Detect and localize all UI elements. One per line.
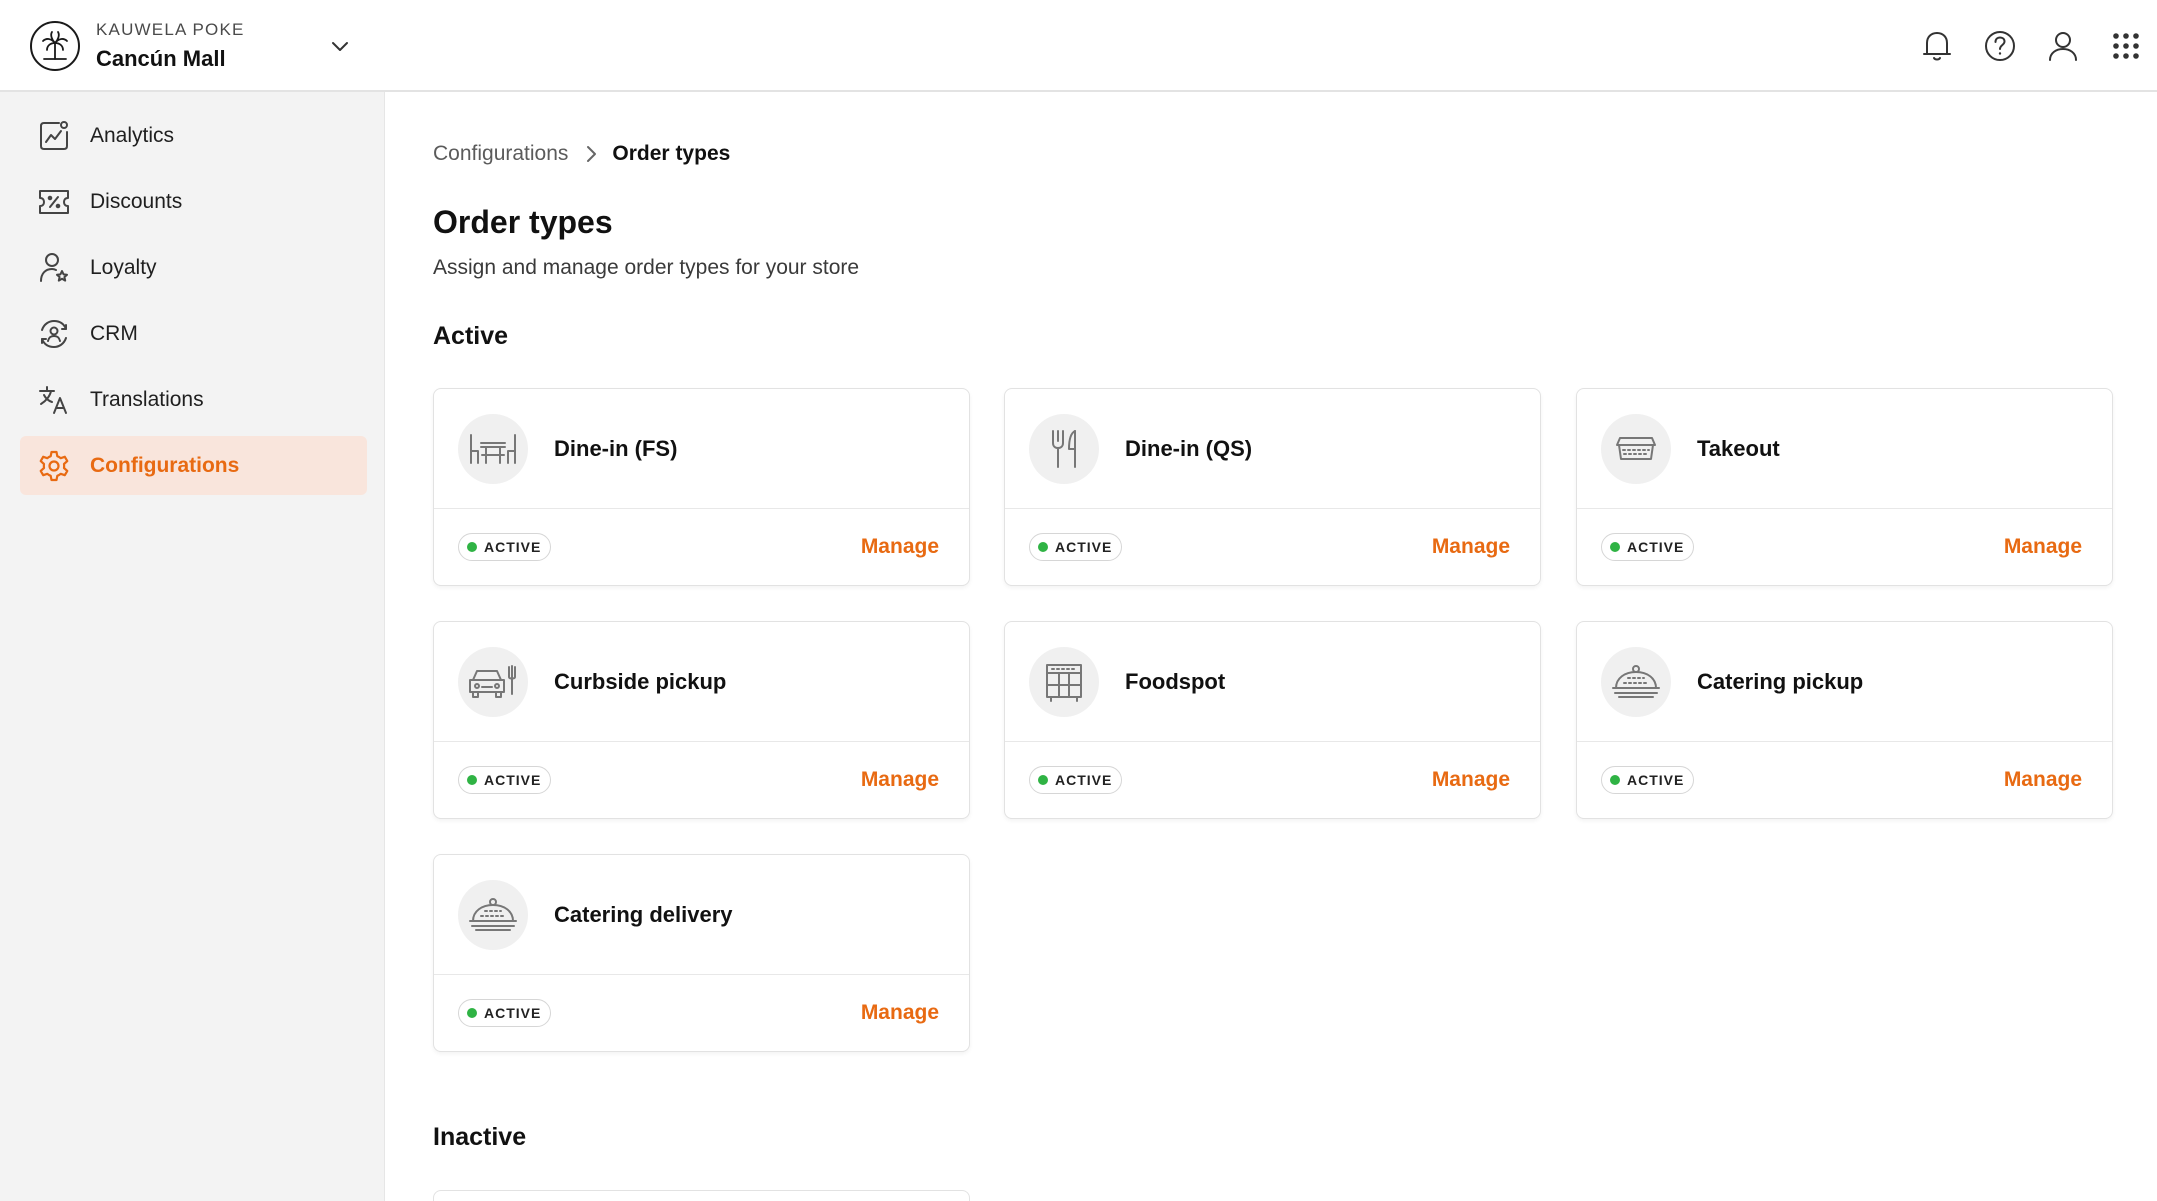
cloche-icon bbox=[458, 879, 528, 950]
status-badge: ACTIVE bbox=[1029, 766, 1123, 794]
sidebar: Analytics Discounts Loyalty CRM Translat… bbox=[0, 92, 385, 1201]
status-text: ACTIVE bbox=[484, 772, 542, 788]
status-badge: ACTIVE bbox=[458, 999, 552, 1027]
order-type-name: Catering pickup bbox=[1697, 668, 1864, 694]
order-type-card: Catering pickup ACTIVE Manage bbox=[1576, 621, 2113, 819]
status-dot bbox=[467, 775, 477, 785]
manage-link[interactable]: Manage bbox=[1432, 768, 1510, 792]
section-heading-active: Active bbox=[433, 322, 509, 350]
status-dot bbox=[1610, 775, 1620, 785]
analytics-icon bbox=[36, 118, 72, 154]
inactive-card-partial bbox=[433, 1190, 970, 1201]
gear-icon bbox=[36, 448, 72, 484]
takeout-container-icon bbox=[1601, 413, 1671, 484]
sidebar-item-label: Analytics bbox=[90, 123, 175, 147]
status-badge: ACTIVE bbox=[458, 766, 552, 794]
order-type-card: Catering delivery ACTIVE Manage bbox=[433, 854, 970, 1052]
breadcrumb-current: Order types bbox=[612, 142, 731, 165]
sidebar-item-label: Configurations bbox=[90, 453, 240, 477]
status-dot bbox=[467, 542, 477, 552]
manage-link[interactable]: Manage bbox=[1432, 535, 1510, 559]
crm-icon bbox=[36, 316, 72, 352]
bell-icon[interactable] bbox=[1905, 15, 1968, 78]
sidebar-item-label: Translations bbox=[90, 387, 204, 411]
help-icon[interactable] bbox=[1968, 15, 2031, 78]
sidebar-item-crm[interactable]: CRM bbox=[20, 304, 367, 363]
order-type-card: Foodspot ACTIVE Manage bbox=[1004, 621, 1541, 819]
apps-grid-icon[interactable] bbox=[2094, 15, 2157, 78]
sidebar-item-label: Loyalty bbox=[90, 255, 157, 279]
sidebar-item-loyalty[interactable]: Loyalty bbox=[20, 238, 367, 297]
status-dot bbox=[1610, 542, 1620, 552]
discount-ticket-icon bbox=[36, 184, 72, 220]
status-badge: ACTIVE bbox=[458, 533, 552, 561]
order-type-name: Dine-in (FS) bbox=[554, 435, 678, 461]
table-chairs-icon bbox=[458, 413, 528, 484]
status-dot bbox=[467, 1008, 477, 1018]
manage-link[interactable]: Manage bbox=[861, 1001, 939, 1025]
translate-icon bbox=[36, 382, 72, 418]
status-text: ACTIVE bbox=[1055, 539, 1113, 555]
store-name: Cancún Mall bbox=[96, 46, 226, 71]
sidebar-item-translations[interactable]: Translations bbox=[20, 370, 367, 429]
chevron-down-icon[interactable] bbox=[328, 34, 352, 63]
brand-name: KAUWELA POKE bbox=[96, 20, 245, 39]
status-text: ACTIVE bbox=[484, 539, 542, 555]
user-icon[interactable] bbox=[2031, 15, 2094, 78]
order-type-card: Dine-in (QS) ACTIVE Manage bbox=[1004, 388, 1541, 586]
order-type-name: Dine-in (QS) bbox=[1125, 435, 1253, 461]
sidebar-item-configurations[interactable]: Configurations bbox=[20, 436, 367, 495]
loyalty-user-star-icon bbox=[36, 250, 72, 286]
sidebar-item-label: Discounts bbox=[90, 189, 183, 213]
car-icon bbox=[458, 646, 528, 717]
order-type-name: Curbside pickup bbox=[554, 668, 727, 694]
status-badge: ACTIVE bbox=[1601, 533, 1695, 561]
status-dot bbox=[1038, 542, 1048, 552]
order-type-card: Dine-in (FS) ACTIVE Manage bbox=[433, 388, 970, 586]
breadcrumb-configurations-link[interactable]: Configurations bbox=[433, 142, 568, 166]
fork-knife-icon bbox=[1029, 413, 1099, 484]
food-locker-icon bbox=[1029, 646, 1099, 717]
section-heading-inactive: Inactive bbox=[433, 1123, 527, 1151]
page-subtitle: Assign and manage order types for your s… bbox=[433, 256, 860, 279]
manage-link[interactable]: Manage bbox=[2004, 535, 2082, 559]
order-type-card: Takeout ACTIVE Manage bbox=[1576, 388, 2113, 586]
status-dot bbox=[1038, 775, 1048, 785]
manage-link[interactable]: Manage bbox=[2004, 768, 2082, 792]
manage-link[interactable]: Manage bbox=[861, 535, 939, 559]
palm-tree-logo-icon bbox=[30, 21, 80, 71]
cloche-icon bbox=[1601, 646, 1671, 717]
status-text: ACTIVE bbox=[484, 1005, 542, 1021]
top-bar: KAUWELA POKE Cancún Mall bbox=[0, 0, 2157, 92]
sidebar-item-discounts[interactable]: Discounts bbox=[20, 172, 367, 231]
chevron-right-icon bbox=[584, 144, 598, 164]
status-badge: ACTIVE bbox=[1601, 766, 1695, 794]
status-text: ACTIVE bbox=[1627, 772, 1685, 788]
order-type-card: Curbside pickup ACTIVE Manage bbox=[433, 621, 970, 819]
status-text: ACTIVE bbox=[1627, 539, 1685, 555]
order-type-name: Catering delivery bbox=[554, 901, 733, 927]
order-type-name: Foodspot bbox=[1125, 668, 1226, 694]
page-title: Order types bbox=[433, 204, 613, 240]
status-badge: ACTIVE bbox=[1029, 533, 1123, 561]
order-type-name: Takeout bbox=[1697, 435, 1780, 461]
status-text: ACTIVE bbox=[1055, 772, 1113, 788]
breadcrumb: Configurations Order types bbox=[433, 142, 730, 166]
store-switcher[interactable]: KAUWELA POKE Cancún Mall bbox=[30, 20, 352, 72]
sidebar-item-analytics[interactable]: Analytics bbox=[20, 106, 367, 165]
manage-link[interactable]: Manage bbox=[861, 768, 939, 792]
sidebar-item-label: CRM bbox=[90, 321, 138, 345]
